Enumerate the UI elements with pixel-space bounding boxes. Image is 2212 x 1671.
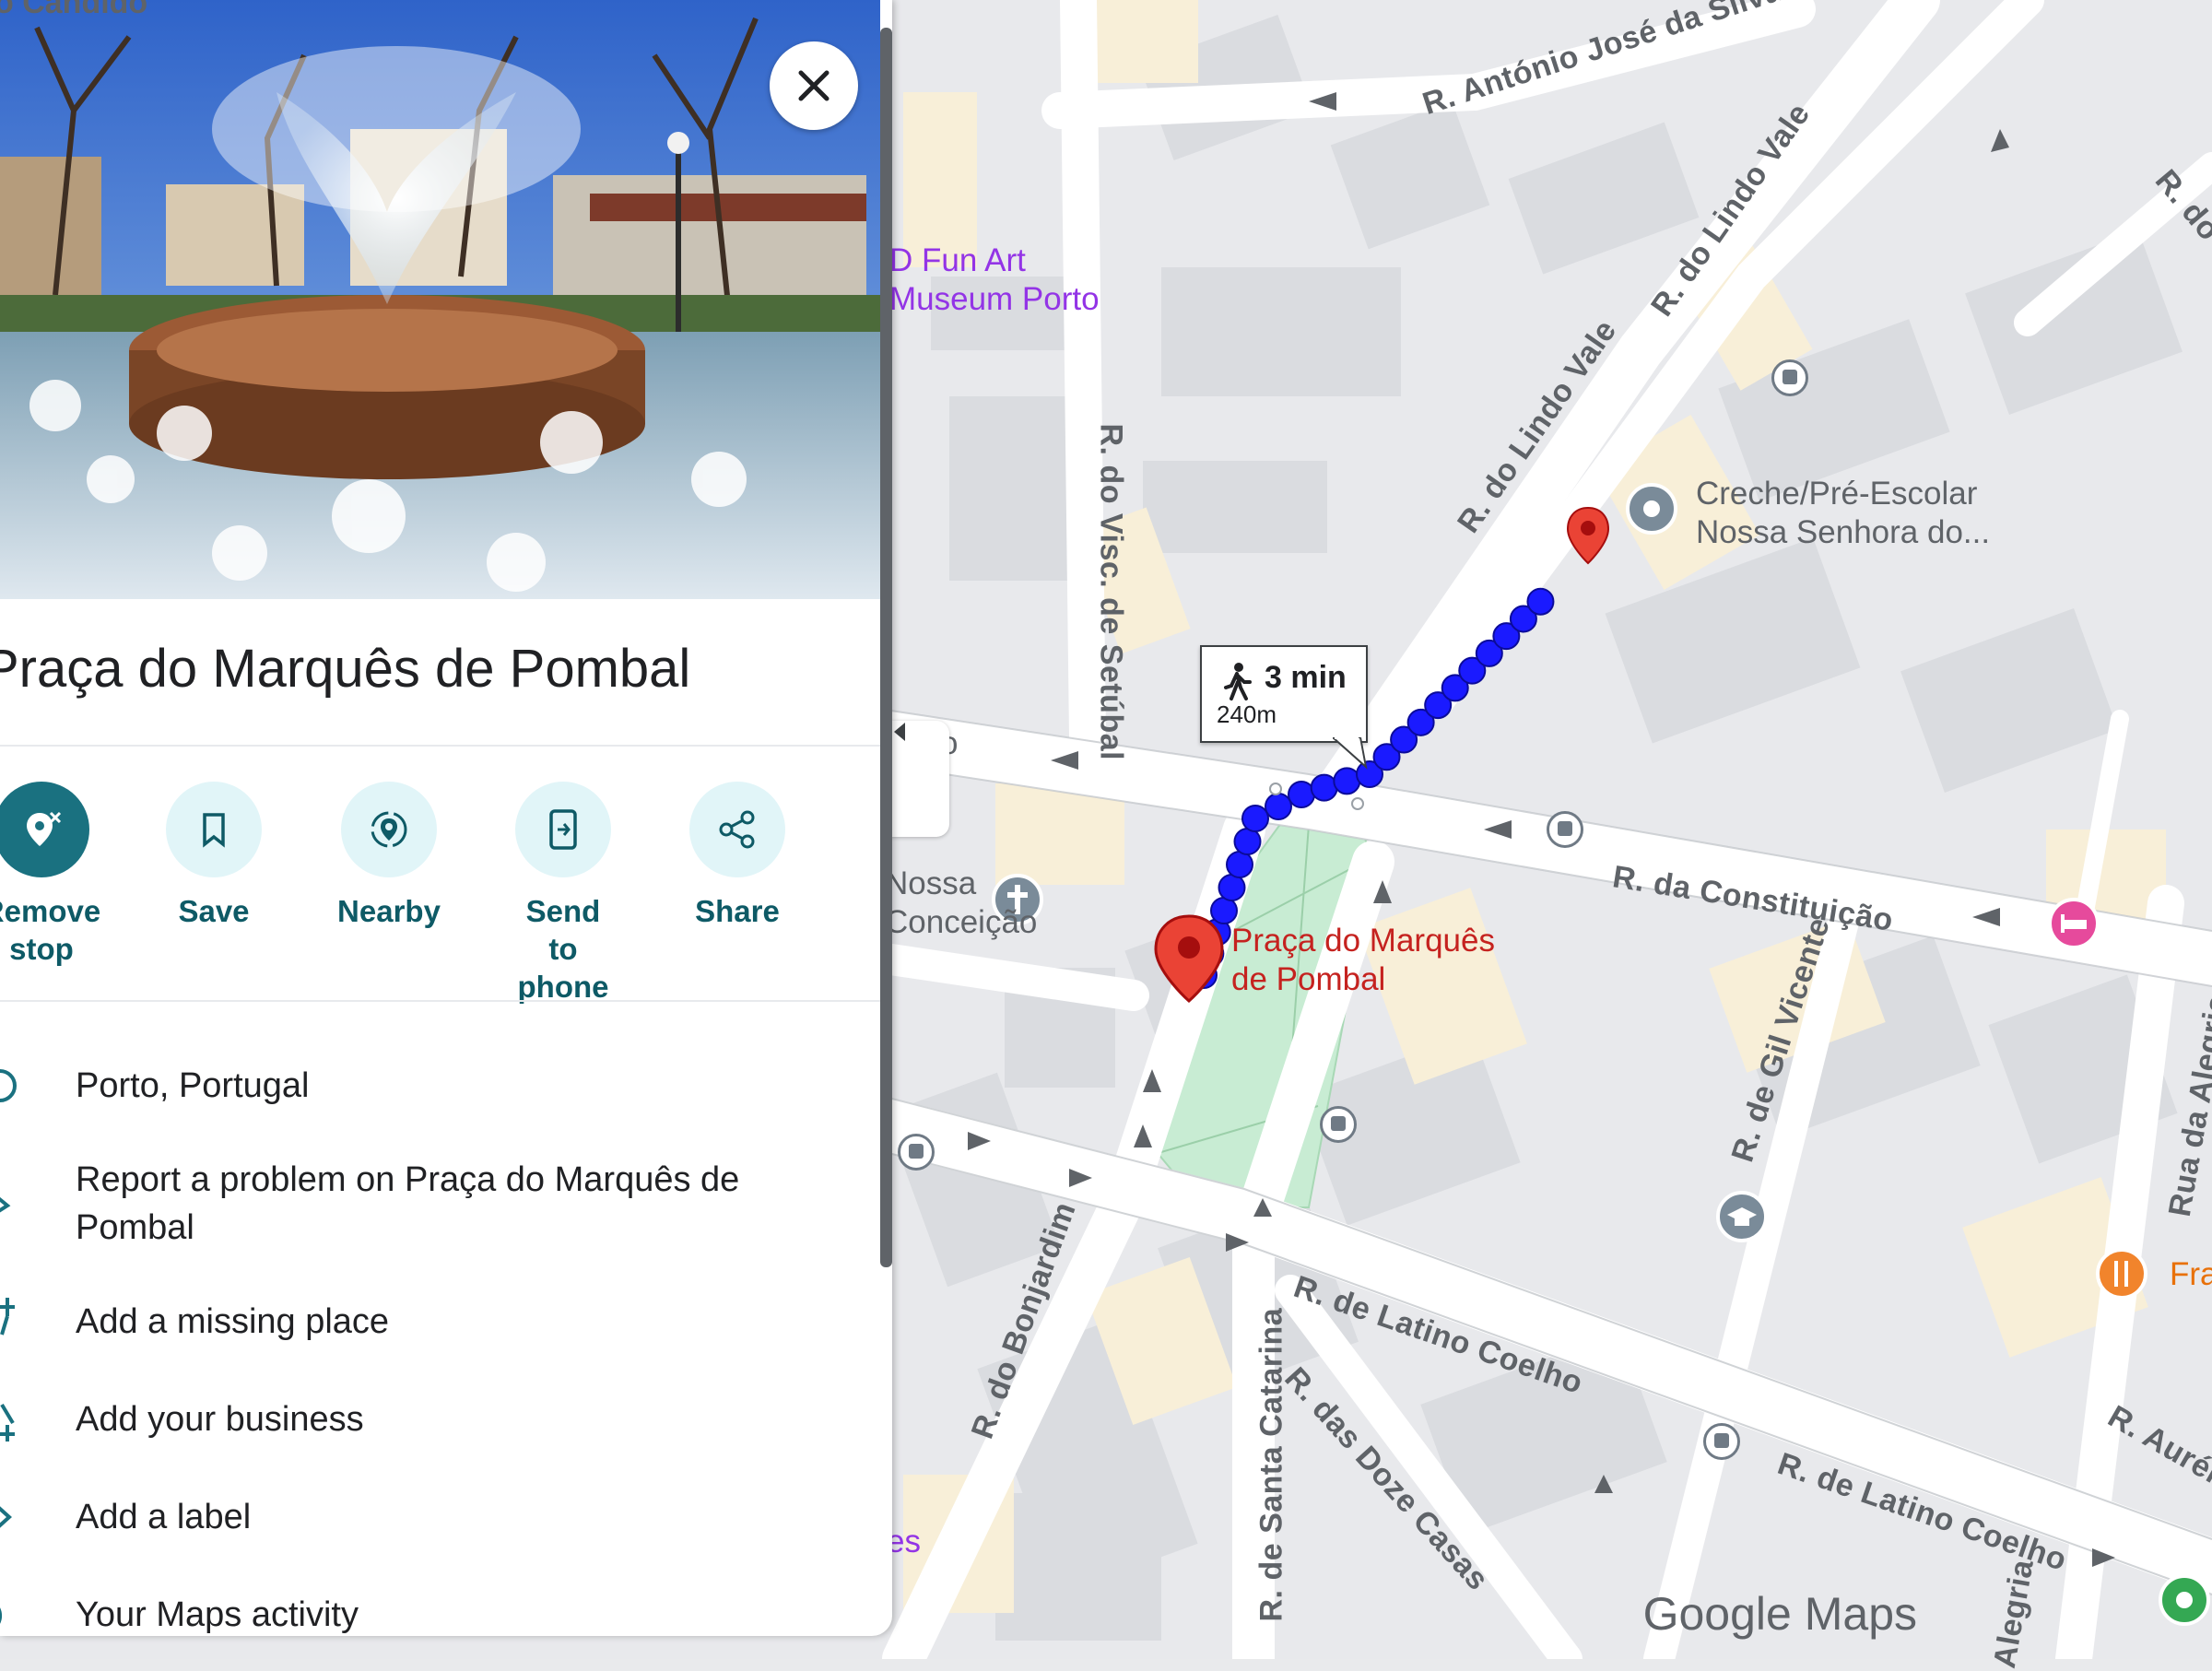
action-label: Remove stop (0, 894, 101, 966)
panel-scrollbar[interactable] (880, 28, 892, 1267)
location-pin-icon (0, 1069, 17, 1102)
edit-icon (0, 1196, 11, 1213)
divider (0, 745, 880, 747)
route-dot (1288, 781, 1315, 808)
add-business-text: Add your business (76, 1400, 364, 1439)
bookmark-icon (166, 782, 262, 877)
restaurant-poi-icon[interactable] (2094, 1246, 2149, 1301)
bus-stop-icon[interactable] (1703, 1423, 1740, 1460)
bus-stop-icon[interactable] (898, 1134, 935, 1171)
route-waypoint (1351, 797, 1364, 810)
label-icon (0, 1506, 12, 1528)
send-to-phone-icon (515, 782, 611, 877)
report-problem-text: Report a problem on Praça do Marquês de … (76, 1160, 740, 1247)
route-time: 3 min (1265, 660, 1347, 695)
save-button[interactable]: Save (126, 782, 301, 930)
place-photo[interactable] (0, 0, 880, 599)
action-label: Send to phone (517, 894, 609, 1004)
restaurant-label[interactable]: Fra (2170, 1255, 2212, 1294)
chevron-left-icon (894, 723, 905, 741)
stop-pin-icon[interactable] (1565, 505, 1611, 566)
nearby-button[interactable]: Nearby (301, 782, 477, 930)
add-missing-place-text: Add a missing place (76, 1302, 390, 1341)
top-street-fragment: o Cândido (0, 0, 148, 20)
route-waypoint (1269, 783, 1282, 795)
route-dot (1241, 805, 1269, 832)
close-button[interactable] (770, 41, 858, 130)
maps-activity-text: Your Maps activity (76, 1595, 359, 1634)
divider (0, 1000, 880, 1002)
close-icon (798, 70, 830, 101)
remove-stop-button[interactable]: Remove stop (0, 782, 129, 968)
school-poi-icon[interactable] (1624, 481, 1679, 536)
place-title: Praça do Marquês de Pombal (0, 639, 691, 699)
hotel-poi-icon[interactable] (2046, 896, 2101, 951)
bus-stop-icon[interactable] (1547, 811, 1583, 848)
walking-icon (1224, 663, 1252, 700)
nearby-icon (341, 782, 437, 877)
address-text: Porto, Portugal (76, 1066, 310, 1105)
share-button[interactable]: Share (650, 782, 825, 930)
add-business-icon (0, 1403, 15, 1442)
street-label: R. do Visc. de Setúbal (1093, 423, 1129, 761)
creche-label[interactable]: Creche/Pré-Escolar Nossa Senhora do... (1696, 475, 2028, 552)
route-dot (1526, 587, 1555, 616)
museum-label[interactable]: D Fun Art Museum Porto (889, 241, 1129, 319)
route-dot (1226, 851, 1253, 878)
share-icon (689, 782, 785, 877)
destination-pin-icon[interactable] (1152, 912, 1226, 1005)
action-label: Nearby (337, 894, 441, 928)
add-label-text: Add a label (76, 1498, 252, 1536)
collapse-panel-button[interactable] (890, 721, 949, 837)
action-label: Save (178, 894, 250, 928)
bus-stop-icon[interactable] (1320, 1106, 1357, 1143)
park-poi-icon[interactable] (2157, 1572, 2212, 1628)
street-label: R. de Santa Catarina (1253, 1307, 1289, 1622)
route-dot (1233, 828, 1262, 855)
send-to-phone-button[interactable]: Send to phone (476, 782, 651, 1006)
add-place-icon (0, 1298, 15, 1336)
route-duration-callout[interactable]: 3 min 240m (1200, 645, 1368, 743)
place-details-panel: Praça do Marquês de Pombal Remove stop S… (0, 0, 892, 1636)
action-label: Share (695, 894, 780, 928)
route-dot (1310, 773, 1338, 802)
callout-pointer (1333, 737, 1368, 770)
route-dot (1218, 874, 1246, 901)
bus-stop-icon[interactable] (1771, 359, 1808, 396)
destination-label[interactable]: Praça do Marquês de Pombal (1231, 922, 1535, 999)
history-icon (0, 1607, 3, 1624)
remove-pin-icon (0, 782, 89, 877)
route-distance: 240m (1217, 700, 1277, 728)
church-label[interactable]: Nossa Conceição (885, 865, 1037, 942)
google-maps-logo: Google Maps (1642, 1588, 1917, 1640)
route-dot (1265, 793, 1292, 820)
education-poi-icon[interactable] (1714, 1189, 1770, 1244)
fountain-photo (0, 0, 880, 599)
